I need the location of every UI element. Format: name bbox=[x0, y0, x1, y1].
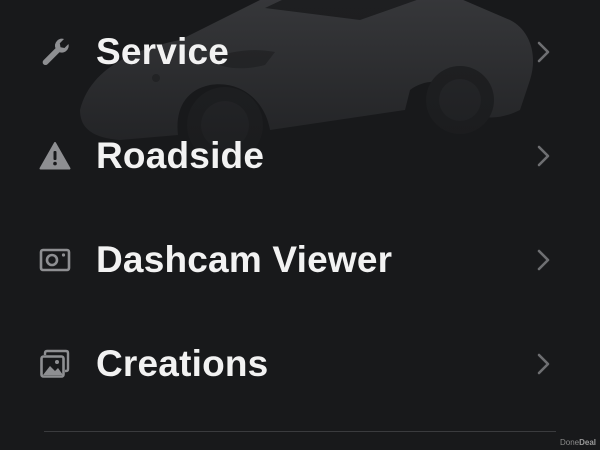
menu-item-dashcam-viewer[interactable]: Dashcam Viewer bbox=[0, 208, 600, 312]
gallery-icon bbox=[38, 347, 72, 381]
divider bbox=[44, 431, 556, 432]
menu-item-roadside[interactable]: Roadside bbox=[0, 104, 600, 208]
menu-item-label: Service bbox=[96, 31, 230, 72]
chevron-right-icon bbox=[534, 144, 554, 168]
watermark-part1: Done bbox=[559, 438, 580, 447]
dashcam-icon bbox=[38, 243, 72, 277]
chevron-right-icon bbox=[534, 40, 554, 64]
menu-item-label: Creations bbox=[96, 343, 269, 384]
menu-item-service[interactable]: Service bbox=[0, 0, 600, 104]
wrench-icon bbox=[38, 35, 72, 69]
menu-item-label: Dashcam Viewer bbox=[96, 239, 393, 280]
app-screen: Service Roadside Dashcam Viewer Creation… bbox=[0, 0, 600, 450]
menu-item-creations[interactable]: Creations bbox=[0, 312, 600, 416]
warning-triangle-icon bbox=[38, 139, 72, 173]
chevron-right-icon bbox=[534, 352, 554, 376]
menu-list: Service Roadside Dashcam Viewer Creation… bbox=[0, 0, 600, 416]
menu-item-label: Roadside bbox=[96, 135, 265, 176]
watermark-part2: Deal bbox=[579, 438, 596, 447]
chevron-right-icon bbox=[534, 248, 554, 272]
watermark: DoneDeal bbox=[560, 438, 596, 447]
